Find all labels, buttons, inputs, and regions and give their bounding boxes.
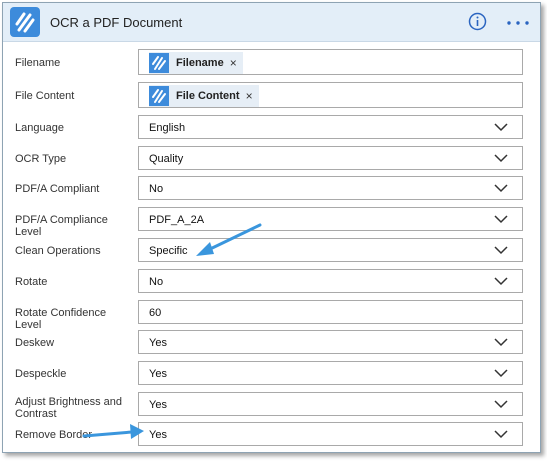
dropdown-value: No — [149, 276, 164, 288]
token-label: Filename — [176, 57, 224, 69]
deskew-row: Deskew Yes — [3, 330, 540, 354]
adjust-brightness-contrast-dropdown[interactable]: Yes — [138, 392, 523, 416]
card-header: OCR a PDF Document — [3, 3, 540, 42]
chevron-down-icon[interactable] — [494, 368, 508, 378]
card-title: OCR a PDF Document — [50, 15, 183, 30]
ocr-type-row: OCR Type Quality — [3, 146, 540, 170]
chevron-down-icon[interactable] — [494, 214, 508, 224]
rotate-confidence-level-input[interactable]: 60 — [138, 300, 523, 324]
token-connector-icon — [149, 86, 169, 106]
dropdown-value: Yes — [149, 399, 167, 411]
field-label: Rotate Confidence Level — [15, 307, 107, 331]
dynamic-content-token[interactable]: File Content × — [149, 85, 259, 107]
dropdown-value: Yes — [149, 429, 167, 441]
chevron-down-icon[interactable] — [494, 153, 508, 163]
language-dropdown[interactable]: English — [138, 115, 523, 139]
field-label: Clean Operations — [15, 245, 101, 257]
adjust-brightness-contrast-row: Adjust Brightness and Contrast Yes — [3, 392, 540, 420]
field-label: Despeckle — [15, 368, 67, 380]
dropdown-value: No — [149, 183, 164, 195]
rotate-confidence-level-row: Rotate Confidence Level 60 — [3, 300, 540, 331]
chevron-down-icon[interactable] — [494, 122, 508, 132]
chevron-down-icon[interactable] — [494, 399, 508, 409]
remove-border-dropdown[interactable]: Yes — [138, 422, 523, 446]
filename-row: Filename Filename × — [3, 49, 540, 75]
token-remove-icon[interactable]: × — [246, 89, 253, 103]
filename-field[interactable]: Filename × — [138, 49, 523, 75]
pdfa-compliant-dropdown[interactable]: No — [138, 176, 523, 200]
rotate-row: Rotate No — [3, 269, 540, 293]
dropdown-value: Specific — [149, 245, 188, 257]
input-value: 60 — [149, 307, 162, 319]
dropdown-value: Yes — [149, 368, 167, 380]
file-content-field[interactable]: File Content × — [138, 82, 523, 108]
field-label: Rotate — [15, 276, 48, 288]
info-icon[interactable] — [468, 12, 487, 31]
dynamic-content-token[interactable]: Filename × — [149, 52, 243, 74]
connector-logo-icon — [10, 7, 40, 37]
annotation-arrow-icon — [82, 424, 144, 439]
file-content-row: File Content File Content × — [3, 82, 540, 108]
chevron-down-icon[interactable] — [494, 245, 508, 255]
field-label: Deskew — [15, 337, 55, 349]
annotation-arrow-icon — [196, 223, 262, 256]
field-label: OCR Type — [15, 153, 67, 165]
field-label: File Content — [15, 90, 75, 102]
chevron-down-icon[interactable] — [494, 337, 508, 347]
rotate-dropdown[interactable]: No — [138, 269, 523, 293]
chevron-down-icon[interactable] — [494, 276, 508, 286]
field-label: PDF/A Compliance Level — [15, 214, 108, 238]
field-label: Filename — [15, 57, 61, 69]
token-remove-icon[interactable]: × — [230, 56, 237, 70]
action-card: OCR a PDF Document Filename Filename × F… — [2, 2, 541, 453]
field-label: Adjust Brightness and Contrast — [15, 396, 123, 420]
token-connector-icon — [149, 53, 169, 73]
field-label: Language — [15, 122, 64, 134]
dropdown-value: English — [149, 122, 186, 134]
pdfa-compliant-row: PDF/A Compliant No — [3, 176, 540, 200]
despeckle-row: Despeckle Yes — [3, 361, 540, 385]
more-options-icon[interactable] — [506, 13, 530, 31]
language-row: Language English — [3, 115, 540, 139]
chevron-down-icon[interactable] — [494, 429, 508, 439]
deskew-dropdown[interactable]: Yes — [138, 330, 523, 354]
field-label: PDF/A Compliant — [15, 183, 100, 195]
dropdown-value: Yes — [149, 337, 167, 349]
chevron-down-icon[interactable] — [494, 183, 508, 193]
pdfa-compliance-level-row: PDF/A Compliance Level PDF_A_2A — [3, 207, 540, 238]
token-label: File Content — [176, 90, 240, 102]
dropdown-value: Quality — [149, 153, 184, 165]
despeckle-dropdown[interactable]: Yes — [138, 361, 523, 385]
ocr-type-dropdown[interactable]: Quality — [138, 146, 523, 170]
clean-operations-row: Clean Operations Specific — [3, 238, 540, 262]
